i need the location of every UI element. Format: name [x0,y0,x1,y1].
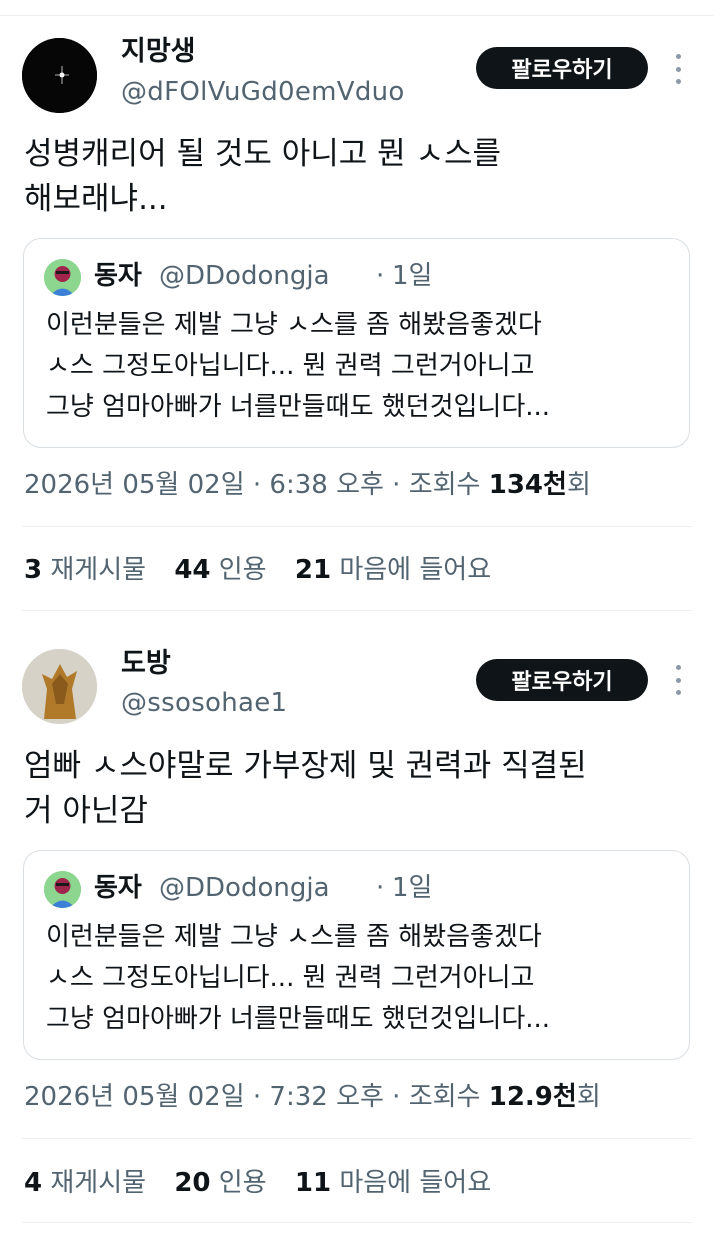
quote-text: 이런분들은 제발 그냥 ㅅ스를 좀 해봤음좋겠다 ㅅ스 그정도아닙니다... 뭔… [46,922,551,1034]
user-handle[interactable]: @ssosohae1 [121,687,287,719]
display-name[interactable]: 도방 [121,648,171,680]
avatar[interactable] [22,649,97,724]
tweet-text: 성병캐리어 될 것도 아니고 뭔 ㅅ스를 해보래냐... [24,136,502,217]
tweet-timestamp: 2026년 05월 02일 · 7:32 오후 · 조회수 12.9천회 [24,1080,601,1114]
like-count[interactable]: 11 마음에 들어요 [295,1168,491,1198]
quote-display-name: 동자 [94,873,142,903]
tweet-timestamp: 2026년 05월 02일 · 6:38 오후 · 조회수 134천회 [24,468,591,502]
user-handle[interactable]: @dFOlVuGd0emVduo [121,76,405,108]
quote-avatar [44,259,81,296]
quote-time: 1일 [392,873,433,903]
illustration-avatar-icon [22,649,97,724]
view-count: 134천 [488,470,567,500]
date-and-label: 2026년 05월 02일 · 7:32 오후 · 조회수 [24,1082,481,1112]
divider [22,610,692,611]
separator-dot: · [376,873,385,903]
quote-count[interactable]: 44 인용 [174,555,266,585]
quoted-tweet[interactable]: 동자 @DDodongja · 1일 이런분들은 제발 그냥 ㅅ스를 좀 해봤음… [23,850,690,1060]
follow-button[interactable]: 팔로우하기 [476,47,648,89]
engagement-stats: 4 재게시물 20 인용 11 마음에 들어요 [24,1166,511,1200]
person-avatar-icon [44,871,81,908]
view-unit: 회 [566,470,591,500]
like-count[interactable]: 21 마음에 들어요 [295,555,491,585]
engagement-stats: 3 재게시물 44 인용 21 마음에 들어요 [24,553,511,587]
quote-text: 이런분들은 제발 그냥 ㅅ스를 좀 해봤음좋겠다 ㅅ스 그정도아닙니다... 뭔… [46,310,551,422]
quote-count[interactable]: 20 인용 [174,1168,266,1198]
view-count: 12.9천 [488,1082,577,1112]
quoted-tweet[interactable]: 동자 @DDodongja · 1일 이런분들은 제발 그냥 ㅅ스를 좀 해봤음… [23,238,690,448]
divider [22,526,692,527]
date-and-label: 2026년 05월 02일 · 6:38 오후 · 조회수 [24,470,481,500]
quote-time: 1일 [392,261,433,291]
more-options-icon[interactable] [668,665,688,695]
avatar[interactable] [22,38,97,113]
retweet-count[interactable]: 4 재게시물 [24,1168,146,1198]
more-options-icon[interactable] [668,54,688,84]
follow-button[interactable]: 팔로우하기 [476,659,648,701]
top-divider [0,15,714,16]
quote-handle: @DDodongja [159,873,330,903]
quote-display-name: 동자 [94,261,142,291]
quote-avatar [44,871,81,908]
quote-handle: @DDodongja [159,261,330,291]
separator-dot: · [376,261,385,291]
starburst-avatar-icon [22,38,97,113]
divider [22,1138,692,1139]
view-unit: 회 [576,1082,601,1112]
display-name[interactable]: 지망생 [121,36,196,68]
person-avatar-icon [44,259,81,296]
divider [22,1222,692,1223]
tweet-text: 엄빠 ㅅ스야말로 가부장제 및 권력과 직결된 거 아닌감 [24,748,587,829]
retweet-count[interactable]: 3 재게시물 [24,555,146,585]
